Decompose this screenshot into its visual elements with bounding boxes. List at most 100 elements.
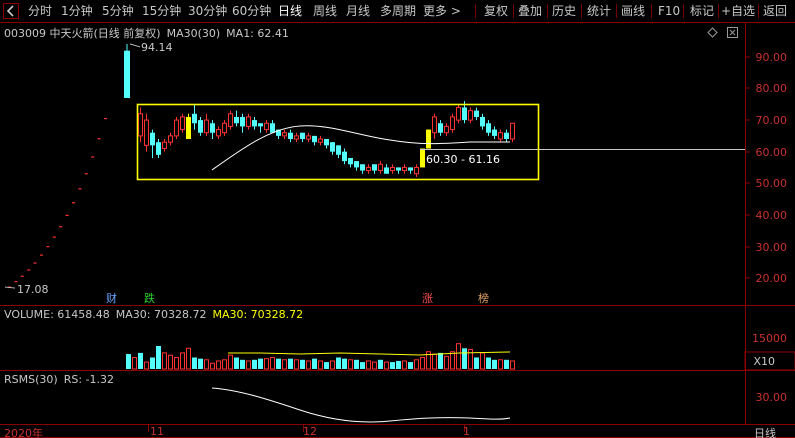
volume-value: VOLUME: 61458.48: [4, 308, 110, 321]
candle-body: [174, 119, 179, 137]
candle-body: [324, 139, 329, 146]
candle-body: [438, 123, 443, 133]
candle-body: [156, 142, 161, 155]
volume-bar: [216, 360, 221, 370]
event-tag-list[interactable]: 榜: [478, 290, 489, 306]
candle-body: [282, 132, 287, 137]
candle-body: [180, 116, 185, 131]
candle-body: [138, 113, 143, 137]
y-label: 50.00: [755, 177, 788, 190]
candle-body: [480, 116, 485, 127]
candle-body: [198, 120, 203, 133]
volume-bar: [174, 357, 179, 370]
candle-body: [342, 151, 347, 162]
volume-bar: [210, 362, 215, 370]
candle-body: [420, 148, 425, 168]
volume-bar: [138, 352, 143, 369]
event-tag-rise[interactable]: 涨: [422, 290, 433, 306]
volume-bar: [390, 362, 395, 369]
candle-body: [360, 164, 365, 171]
x-label-jan: 1: [463, 425, 470, 438]
candle-body: [186, 116, 191, 140]
low-price-label: 17.08: [17, 283, 49, 296]
x-axis-period-label: 日线: [754, 427, 776, 438]
candle-body: [306, 135, 311, 140]
candle-body: [216, 129, 221, 137]
candle-body: [264, 122, 269, 131]
volume-bar: [300, 359, 305, 369]
volume-bar: [294, 359, 299, 370]
low-pointer: [4, 286, 16, 289]
volume-bar: [252, 359, 257, 369]
candle-body: [144, 119, 149, 146]
volume-bar: [360, 362, 365, 369]
volume-y-label: 15000: [752, 332, 787, 345]
volume-bar: [270, 357, 275, 370]
y-label: 40.00: [755, 209, 788, 222]
x-label-nov: 11: [150, 425, 164, 438]
volume-bar: [504, 359, 509, 369]
rsms-value: RS: -1.32: [63, 373, 114, 386]
rsms-panel-header: RSMS(30) RS: -1.32: [4, 373, 120, 386]
candle-body: [222, 122, 227, 134]
candle-body: [402, 166, 407, 172]
x-label-year: 2020年: [4, 427, 43, 438]
volume-bar: [144, 361, 149, 370]
volume-bar: [198, 358, 203, 369]
candle-body: [204, 119, 209, 134]
candle-body: [498, 132, 503, 140]
volume-bar: [396, 360, 401, 369]
volume-bar: [414, 359, 419, 370]
volume-panel-header: VOLUME: 61458.48 MA30: 70328.72 MA30: 7032…: [4, 308, 309, 321]
settings-diamond-icon[interactable]: [707, 27, 718, 38]
candle-body: [258, 123, 263, 127]
volume-bar: [348, 359, 353, 370]
volume-bar: [336, 357, 341, 369]
candle-body: [366, 166, 371, 172]
volume-bar: [342, 358, 347, 369]
volume-bar: [234, 357, 239, 369]
x-label-dec: 12: [303, 425, 317, 438]
event-tag-finance[interactable]: 财: [106, 290, 117, 306]
candle-body: [318, 138, 323, 143]
candle-body: [240, 116, 245, 127]
volume-bar: [480, 352, 485, 370]
event-tag-fall[interactable]: 跌: [144, 290, 155, 306]
stock-title: 003009 中天火箭(日线 前复权): [4, 27, 161, 40]
high-pointer: [129, 43, 141, 48]
high-price-label: 94.14: [141, 41, 173, 54]
candle-body: [486, 123, 491, 133]
stock-chart-window: 分时 1分钟 5分钟 15分钟 30分钟 60分钟 日线 周线 月线 多周期 更…: [0, 0, 795, 438]
rsms-name: RSMS(30): [4, 373, 58, 386]
candle-body: [300, 132, 305, 140]
candle-body: [462, 107, 467, 121]
candle-body: [450, 116, 455, 131]
candle-body: [228, 113, 233, 127]
candle-body: [456, 106, 461, 121]
volume-bar: [264, 358, 269, 370]
volume-bar: [288, 358, 293, 369]
volume-bar: [372, 361, 377, 370]
volume-bar: [156, 346, 161, 369]
volume-bar: [384, 361, 389, 370]
volume-bar: [318, 360, 323, 370]
volume-bar: [324, 362, 329, 369]
rsms-line: [211, 387, 511, 423]
panel-close-icon[interactable]: [727, 27, 738, 38]
volume-ma30-a: MA30: 70328.72: [115, 308, 207, 321]
volume-bar: [408, 362, 413, 369]
candle-body: [336, 145, 341, 155]
y-label: 20.00: [755, 272, 788, 285]
candle-body: [270, 123, 275, 133]
volume-bar: [222, 359, 227, 370]
candle-body: [294, 135, 299, 140]
volume-bar: [492, 359, 497, 369]
volume-bar: [258, 358, 263, 369]
volume-bar: [276, 358, 281, 369]
candle-body: [426, 129, 431, 149]
candle-body: [348, 157, 353, 165]
volume-bar: [204, 359, 209, 370]
volume-bar: [312, 358, 317, 369]
candle-body: [474, 110, 479, 117]
volume-bar: [462, 348, 467, 369]
